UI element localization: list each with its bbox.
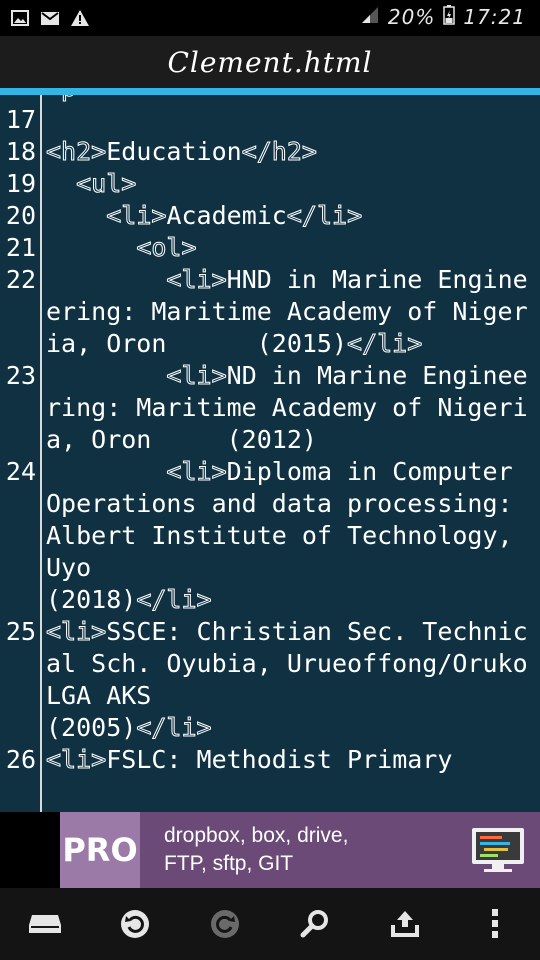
code-line[interactable]: <p	[0, 95, 540, 104]
line-text[interactable]: <li>ND in Marine Engineering: Maritime A…	[46, 360, 534, 456]
warning-icon	[70, 8, 90, 28]
html-tag: </h2>	[241, 137, 317, 167]
line-number: 23	[5, 361, 36, 390]
html-tag: <li>	[166, 457, 227, 487]
line-text[interactable]: <li>Academic</li>	[46, 200, 534, 232]
line-number: 25	[5, 617, 36, 646]
file-title: Clement.html	[167, 45, 373, 79]
bottom-toolbar	[0, 888, 540, 960]
line-text[interactable]: <h2>Education</h2>	[45, 136, 534, 168]
battery-icon	[443, 5, 456, 29]
code-text: Academic	[166, 201, 287, 230]
code-line[interactable]: 19 <ul>	[0, 168, 540, 200]
code-line[interactable]: 22 <li>HND in Marine Engineering: Mariti…	[0, 264, 540, 360]
line-text[interactable]: <li>SSCE: Christian Sec. Technical Sch. …	[45, 616, 534, 744]
html-tag: <li>	[45, 617, 107, 647]
html-tag: </li>	[136, 713, 212, 743]
undo-icon[interactable]	[117, 906, 153, 942]
clock: 17:21	[463, 5, 526, 29]
redo-icon[interactable]	[207, 906, 243, 942]
line-number: 20	[5, 201, 36, 230]
code-line[interactable]: 25 <li>SSCE: Christian Sec. Technical Sch…	[0, 616, 540, 744]
upload-icon[interactable]	[387, 906, 423, 942]
line-text[interactable]	[46, 104, 534, 136]
line-number: 22	[5, 265, 36, 294]
line-text[interactable]: <p	[45, 95, 534, 104]
code-line[interactable]: 21 <ol>	[0, 232, 540, 264]
html-tag: <li>	[166, 361, 227, 391]
html-tag: <ul>	[76, 169, 137, 199]
line-text[interactable]: <li>Diploma in Computer Operations and d…	[46, 456, 534, 616]
monitor-icon	[470, 826, 526, 874]
line-number: 17	[5, 105, 36, 134]
line-number: 26	[5, 745, 36, 774]
ad-text: dropbox, box, drive, FTP, sftp, GIT	[164, 822, 348, 878]
line-number: 18	[5, 137, 36, 166]
html-tag: <li>	[45, 745, 107, 775]
code-line[interactable]: 17	[0, 104, 540, 136]
ad-line-2: FTP, sftp, GIT	[164, 852, 294, 875]
mail-icon	[40, 8, 60, 28]
html-tag: <p	[45, 95, 76, 103]
line-text[interactable]: <ol>	[46, 232, 534, 264]
code-line[interactable]: 20 <li>Academic</li>	[0, 200, 540, 232]
signal-icon	[360, 6, 380, 28]
html-tag: <li>	[166, 265, 227, 295]
html-tag: </li>	[136, 585, 212, 615]
search-icon[interactable]	[297, 906, 333, 942]
more-vert-icon[interactable]	[477, 906, 513, 942]
storage-icon[interactable]	[27, 906, 63, 942]
code-editor[interactable]: <p1718<h2>Education</h2>19 <ul>20 <li>Ac…	[0, 95, 540, 812]
line-text[interactable]: <li>HND in Marine Engineering: Maritime …	[46, 264, 534, 360]
code-text: FSLC: Methodist Primary	[106, 745, 453, 774]
code-line[interactable]: 18 <h2>Education</h2>	[0, 136, 540, 168]
line-number: 21	[5, 233, 36, 262]
code-line[interactable]: 24 <li>Diploma in Computer Operations an…	[0, 456, 540, 616]
html-tag: </li>	[286, 201, 363, 231]
code-line[interactable]: 23 <li>ND in Marine Engineering: Maritim…	[0, 360, 540, 456]
line-text[interactable]: <li>FSLC: Methodist Primary	[45, 744, 534, 776]
line-number: 19	[5, 169, 36, 198]
ad-banner[interactable]: PRO dropbox, box, drive, FTP, sftp, GIT	[60, 812, 540, 888]
title-bar: Clement.html	[0, 36, 540, 88]
code-line[interactable]: 26 <li>FSLC: Methodist Primary	[0, 744, 540, 776]
image-icon	[10, 8, 30, 28]
line-number: 24	[5, 457, 36, 486]
line-text[interactable]: <ul>	[46, 168, 534, 200]
ad-line-1: dropbox, box, drive,	[164, 824, 349, 847]
pro-badge: PRO	[60, 812, 140, 888]
status-bar: 20% 17:21	[0, 0, 540, 36]
battery-percent: 20%	[387, 5, 436, 29]
code-lines[interactable]: <p1718<h2>Education</h2>19 <ul>20 <li>Ac…	[0, 95, 540, 776]
html-tag: <li>	[106, 201, 167, 231]
code-text: SSCE: Christian Sec. Technical Sch. Oyub…	[46, 617, 528, 742]
html-tag: <ol>	[136, 233, 197, 263]
code-text: Education	[106, 137, 242, 166]
html-tag: </li>	[347, 329, 423, 359]
html-tag: <h2>	[45, 137, 107, 167]
line-number	[0, 95, 40, 104]
title-accent-divider	[0, 88, 540, 95]
